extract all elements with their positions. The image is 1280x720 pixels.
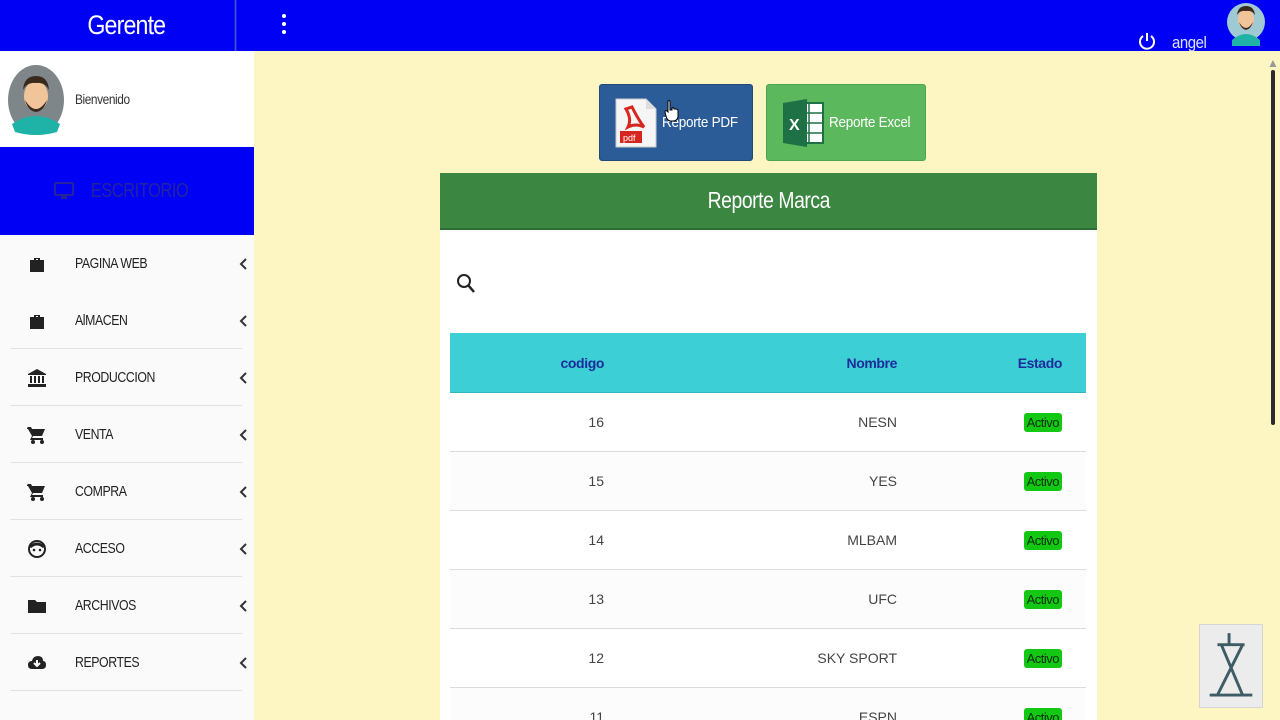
cloud-download-icon (27, 653, 47, 673)
excel-icon-text: X (789, 117, 800, 134)
cell-codigo: 15 (588, 473, 604, 489)
cell-codigo: 13 (588, 591, 604, 607)
pdf-icon-text: pdf (623, 133, 636, 143)
sidebar-item-venta[interactable]: VENTA (0, 406, 254, 463)
chevron-left-icon (239, 485, 247, 498)
chevron-left-icon (239, 656, 247, 669)
brand-table: codigo Nombre Estado 16 NESN Activo 15 Y… (450, 333, 1086, 720)
sidebar-nav: PAGINA WEB AlMACEN PRODUCCION VENTA COMP… (0, 235, 254, 691)
desk-link[interactable]: ESCRITORIO (0, 147, 254, 235)
menu-dots-icon[interactable] (276, 12, 292, 36)
status-badge: Activo (1023, 707, 1062, 720)
report-excel-button[interactable]: X Reporte Excel (766, 84, 926, 161)
cell-estado: Activo (1023, 452, 1062, 510)
welcome-text: Bienvenido (75, 91, 130, 107)
cell-nombre: UFC (868, 591, 897, 607)
status-badge: Activo (1023, 471, 1062, 491)
chevron-left-icon (239, 371, 247, 384)
sidebar-item-label: AlMACEN (75, 312, 128, 329)
cart-icon (27, 425, 47, 445)
sidebar-item-reportes[interactable]: REPORTES (0, 634, 254, 691)
report-pdf-button[interactable]: pdf Reporte PDF (599, 84, 753, 161)
chevron-left-icon (239, 599, 247, 612)
sidebar-item-compra[interactable]: COMPRA (0, 463, 254, 520)
sidebar-item-almacen[interactable]: AlMACEN (0, 292, 254, 349)
sidebar-item-label: VENTA (75, 426, 114, 443)
cell-estado: Activo (1023, 688, 1062, 720)
cell-nombre: MLBAM (847, 532, 897, 548)
monitor-icon (54, 182, 75, 199)
folder-icon (27, 596, 47, 616)
status-badge: Activo (1023, 589, 1062, 609)
cell-nombre: YES (868, 473, 897, 489)
cell-nombre: ESPN (858, 709, 897, 720)
cell-codigo: 12 (588, 650, 604, 666)
sidebar: Bienvenido ESCRITORIO PAGINA WEB AlMACEN… (0, 51, 254, 720)
status-badge: Activo (1023, 412, 1062, 432)
desk-label: ESCRITORIO (91, 179, 189, 202)
table-row[interactable]: 12 SKY SPORT Activo (450, 629, 1086, 688)
table-row[interactable]: 14 MLBAM Activo (450, 511, 1086, 570)
chevron-left-icon (239, 257, 247, 270)
column-header-nombre[interactable]: Nombre (847, 333, 898, 393)
chevron-left-icon (239, 428, 247, 441)
face-icon (27, 539, 47, 559)
scrollbar[interactable] (1271, 70, 1275, 425)
power-icon[interactable] (1137, 31, 1157, 51)
table-row[interactable]: 16 NESN Activo (450, 393, 1086, 452)
bank-icon (27, 368, 47, 388)
table-body: 16 NESN Activo 15 YES Activo 14 MLBAM Ac… (450, 393, 1086, 720)
cell-codigo: 14 (588, 532, 604, 548)
profile-avatar-icon (8, 65, 64, 135)
briefcase-icon (27, 311, 47, 331)
chevron-left-icon (239, 542, 247, 555)
sidebar-item-pagina-web[interactable]: PAGINA WEB (0, 235, 254, 292)
table-row[interactable]: 13 UFC Activo (450, 570, 1086, 629)
sidebar-item-label: PAGINA WEB (75, 255, 148, 272)
panel-header: Reporte Marca (440, 173, 1097, 230)
user-name[interactable]: angel (1172, 33, 1207, 53)
sidebar-profile: Bienvenido (0, 51, 254, 147)
cell-nombre: NESN (858, 414, 897, 430)
status-badge: Activo (1023, 530, 1062, 550)
cell-estado: Activo (1023, 629, 1062, 687)
column-header-estado[interactable]: Estado (1018, 333, 1063, 393)
table-header: codigo Nombre Estado (450, 333, 1086, 393)
cell-codigo: 11 (589, 709, 604, 720)
sidebar-item-produccion[interactable]: PRODUCCION (0, 349, 254, 406)
search-icon[interactable] (456, 273, 476, 295)
pdf-file-icon: pdf (615, 98, 657, 147)
sidebar-item-label: PRODUCCION (75, 369, 155, 386)
top-bar: Gerente angel (0, 0, 1280, 53)
sidebar-item-acceso[interactable]: ACCESO (0, 520, 254, 577)
user-avatar-icon[interactable] (1226, 0, 1266, 46)
hand-cursor-icon (664, 100, 679, 122)
status-badge: Activo (1023, 648, 1062, 668)
cell-codigo: 16 (588, 414, 604, 430)
cell-estado: Activo (1023, 511, 1062, 569)
excel-file-icon: X (783, 98, 824, 147)
brand-title[interactable]: Gerente (18, 0, 237, 51)
report-excel-label: Reporte Excel (829, 114, 911, 131)
table-row[interactable]: 11 ESPN Activo (450, 688, 1086, 720)
panel-title: Reporte Marca (707, 187, 830, 213)
chevron-left-icon (239, 314, 247, 327)
watermark-logo (1199, 624, 1263, 708)
cell-estado: Activo (1023, 570, 1062, 628)
column-header-codigo[interactable]: codigo (561, 333, 605, 393)
sidebar-item-archivos[interactable]: ARCHIVOS (0, 577, 254, 634)
sidebar-item-label: REPORTES (75, 654, 140, 671)
report-panel: Reporte Marca codigo Nombre Estado 16 NE… (440, 173, 1097, 720)
sidebar-item-label: ACCESO (75, 540, 125, 557)
sidebar-item-label: COMPRA (75, 483, 127, 500)
table-row[interactable]: 15 YES Activo (450, 452, 1086, 511)
cell-estado: Activo (1023, 393, 1062, 451)
sidebar-item-label: ARCHIVOS (75, 597, 136, 614)
briefcase-icon (27, 254, 47, 274)
cell-nombre: SKY SPORT (817, 650, 897, 666)
scroll-up-arrow-icon[interactable]: ▲ (1267, 57, 1279, 69)
cart-icon (27, 482, 47, 502)
